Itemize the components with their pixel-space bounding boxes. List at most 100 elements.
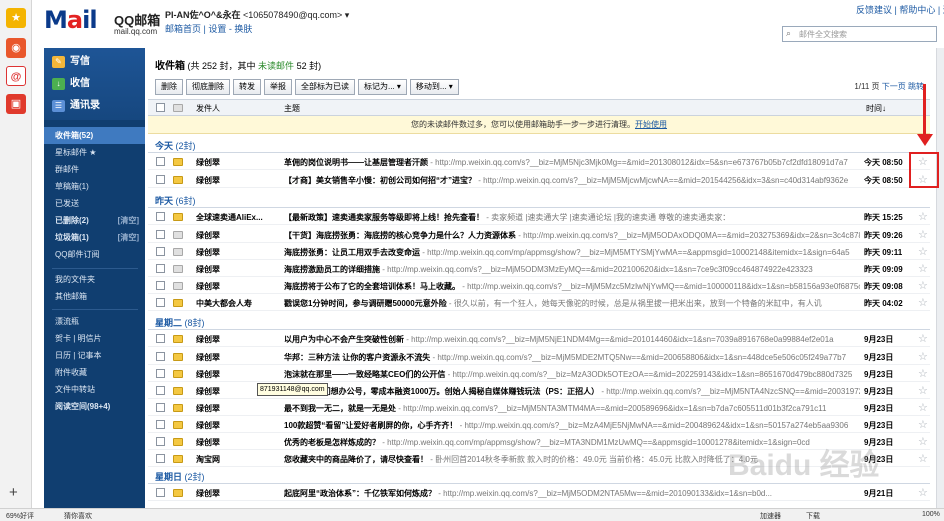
sidebar-item-cards[interactable]: 贺卡 | 明信片 — [44, 330, 145, 347]
col-from[interactable]: 发件人 — [196, 103, 220, 114]
table-row[interactable]: 绿创翠 【才商】美女销售辛小慢：初创公司如何招“才”进宝？ - http://mp… — [148, 171, 930, 188]
row-subject[interactable]: 【干货】海底捞张勇：海底捞的核心竞争力是什么？人力资源体系 - http://m… — [284, 230, 860, 241]
permanent-delete-button[interactable]: 彻底删除 — [186, 79, 230, 95]
star-icon[interactable]: ☆ — [918, 210, 928, 223]
status-zoom[interactable]: 100% — [922, 511, 940, 518]
sidebar-item-group[interactable]: 群邮件 — [44, 161, 145, 178]
row-subject[interactable]: 华邦：三种方法 让你的客户资源永不流失 - http://mp.weixin.q… — [284, 352, 860, 363]
table-row[interactable]: 绿创翠 起底阿里“政治体系”：千亿铁军如何炼成？ - http://mp.weix… — [148, 484, 930, 501]
header-links[interactable]: 邮箱首页 | 设置 - 换肤 — [165, 22, 252, 35]
mark-as-dropdown[interactable]: 标记为... ▾ — [358, 79, 407, 95]
row-subject[interactable]: 起底阿里“政治体系”：千亿铁军如何炼成？ - http://mp.weixin.… — [284, 488, 860, 499]
star-icon[interactable]: ☆ — [918, 279, 928, 292]
row-sender[interactable]: 绿创翠 — [196, 352, 278, 363]
row-checkbox[interactable] — [156, 386, 165, 395]
mail-search-input[interactable]: ⌕ 邮件全文搜索 — [782, 26, 937, 42]
row-subject[interactable]: 戳误您1分钟时间，参与调研赠50000元意外险 - 很久以前，有一个狂人，她每天… — [284, 298, 860, 309]
sidebar-item-spam[interactable]: 垃圾箱(1) [清空] — [44, 229, 145, 246]
row-checkbox[interactable] — [156, 175, 165, 184]
star-icon[interactable]: ☆ — [918, 384, 928, 397]
status-rating[interactable]: 69%好评 — [6, 511, 34, 521]
receive-button[interactable]: ↓ 收信 — [52, 75, 90, 93]
star-icon[interactable]: ☆ — [918, 262, 928, 275]
row-sender[interactable]: 绿创翠 — [196, 157, 278, 168]
row-checkbox[interactable] — [156, 403, 165, 412]
sidebar-item-starred[interactable]: 星标邮件 ★ — [44, 144, 145, 161]
sidebar-item-subscriptions[interactable]: QQ邮件订阅 — [44, 246, 145, 263]
row-sender[interactable]: 绿创翠 — [196, 334, 278, 345]
favorites-star-icon[interactable]: ★ — [6, 8, 26, 28]
group-count[interactable]: (8封) — [185, 318, 205, 328]
row-sender[interactable]: 绿创翠 — [196, 403, 278, 414]
add-plus-icon[interactable]: + — [9, 484, 18, 501]
table-row[interactable]: 绿创翠 100款超赞“看留”让爱好者刷屏的你，心手齐齐！ - http://mp.… — [148, 416, 930, 433]
table-row[interactable]: 绿创翠 以用户为中心不会产生突破性创新 - http://mp.weixin.qq… — [148, 330, 930, 347]
row-sender[interactable]: 绿创翠 — [196, 175, 278, 186]
next-page-link[interactable]: 下一页 跳转 — [882, 82, 924, 91]
row-subject[interactable]: 【最新政策】速卖通卖家服务等级即将上线！抢先查看！ - 卖家频道 |速卖通大学 … — [284, 212, 860, 223]
mail-at-icon[interactable]: @ — [6, 66, 26, 86]
star-icon[interactable]: ☆ — [918, 435, 928, 448]
row-checkbox[interactable] — [156, 281, 165, 290]
row-checkbox[interactable] — [156, 157, 165, 166]
move-to-dropdown[interactable]: 移动到... ▾ — [409, 79, 459, 95]
sidebar-item-other-mailboxes[interactable]: 其他邮箱 — [44, 288, 145, 305]
star-icon[interactable]: ☆ — [918, 350, 928, 363]
sidebar-item-attachments[interactable]: 附件收藏 — [44, 364, 145, 381]
row-checkbox[interactable] — [156, 247, 165, 256]
row-sender[interactable]: 中美大都会人寿 — [196, 298, 278, 309]
status-download[interactable]: 下载 — [806, 511, 820, 521]
clear-spam-link[interactable]: [清空] — [118, 229, 139, 246]
row-checkbox[interactable] — [156, 488, 165, 497]
row-sender[interactable]: 绿创翠 — [196, 488, 278, 499]
row-checkbox[interactable] — [156, 352, 165, 361]
sidebar-item-my-folders[interactable]: 我的文件夹 — [44, 271, 145, 288]
table-row[interactable]: 绿创翠 华邦：三种方法 让你的客户资源永不流失 - http://mp.weixi… — [148, 348, 930, 365]
table-row[interactable]: 全球速卖通AliEx... 【最新政策】速卖通卖家服务等级即将上线！抢先查看！ -… — [148, 208, 930, 225]
sidebar-item-file-transfer[interactable]: 文件中转站 — [44, 381, 145, 398]
row-checkbox[interactable] — [156, 454, 165, 463]
col-subject[interactable]: 主题 — [284, 103, 300, 114]
col-time[interactable]: 时间↓ — [866, 103, 886, 114]
row-subject[interactable]: 【才商】美女销售辛小慢：初创公司如何招“才”进宝？ - http://mp.we… — [284, 175, 860, 186]
table-row[interactable]: 绿创翠 【干货】海底捞张勇：海底捞的核心竞争力是什么？人力资源体系 - http:… — [148, 226, 930, 243]
top-links[interactable]: 反馈建议 | 帮助中心 | 退出 — [856, 3, 944, 16]
row-subject[interactable]: 7元公了 我们想办公号，零成本融资1000万。创始人揭秘自媒体赚钱玩法（PS：正… — [284, 386, 860, 397]
unread-link[interactable]: 未读邮件 — [258, 61, 294, 71]
delete-button[interactable]: 删除 — [155, 79, 183, 95]
group-count[interactable]: (6封) — [176, 196, 196, 206]
qq-mail-logo[interactable]: Mail QQ邮箱 mail.qq.com — [44, 6, 164, 38]
status-accelerator[interactable]: 加速器 — [760, 511, 781, 521]
scrollbar[interactable] — [936, 48, 944, 508]
table-row[interactable]: 绿创翠 泡沫就在那里——一致经略某CEO们的公开信 - http://mp.wei… — [148, 365, 930, 382]
row-subject[interactable]: 革佣的岗位说明书——让基层管理者汗颜 - http://mp.weixin.qq… — [284, 157, 860, 168]
row-sender[interactable]: 绿创翠 — [196, 247, 278, 258]
report-button[interactable]: 举报 — [264, 79, 292, 95]
row-sender[interactable]: 绿创翠 — [196, 264, 278, 275]
table-row[interactable]: 中美大都会人寿 戳误您1分钟时间，参与调研赠50000元意外险 - 很久以前，有一… — [148, 294, 930, 311]
sidebar-item-calendar[interactable]: 日历 | 记事本 — [44, 347, 145, 364]
row-sender[interactable]: 淘宝网 — [196, 454, 278, 465]
row-sender[interactable]: 绿创翠 — [196, 437, 278, 448]
row-subject[interactable]: 海底捞激励员工的详细措施 - http://mp.weixin.qq.com/s… — [284, 264, 860, 275]
weibo-icon[interactable]: ◉ — [6, 38, 26, 58]
star-icon[interactable]: ☆ — [918, 245, 928, 258]
row-subject[interactable]: 100款超赞“看留”让爱好者刷屏的你，心手齐齐！ - http://mp.wei… — [284, 420, 860, 431]
mark-all-read-button[interactable]: 全部标为已读 — [295, 79, 355, 95]
status-guess[interactable]: 猜你喜欢 — [64, 511, 92, 521]
sidebar-item-bottle[interactable]: 漂流瓶 — [44, 313, 145, 330]
table-row[interactable]: 绿创翠 海底捞张勇：让员工用双手去改变命运 - http://mp.weixin.… — [148, 243, 930, 260]
row-checkbox[interactable] — [156, 212, 165, 221]
clear-deleted-link[interactable]: [清空] — [118, 212, 139, 229]
sidebar-item-inbox[interactable]: 收件箱(52) — [44, 127, 145, 144]
star-icon[interactable]: ☆ — [918, 452, 928, 465]
row-subject[interactable]: 海底捞将于公布了它的全套培训体系！马上收藏。 - http://mp.weixi… — [284, 281, 860, 292]
star-icon[interactable]: ☆ — [918, 401, 928, 414]
compose-button[interactable]: ✎ 写信 — [52, 53, 90, 71]
row-subject[interactable]: 泡沫就在那里——一致经略某CEO们的公开信 - http://mp.weixin… — [284, 369, 860, 380]
row-sender[interactable]: 绿创翠 — [196, 230, 278, 241]
forward-button[interactable]: 转发 — [233, 79, 261, 95]
row-checkbox[interactable] — [156, 420, 165, 429]
row-sender[interactable]: 绿创翠 — [196, 420, 278, 431]
star-icon[interactable]: ☆ — [918, 418, 928, 431]
